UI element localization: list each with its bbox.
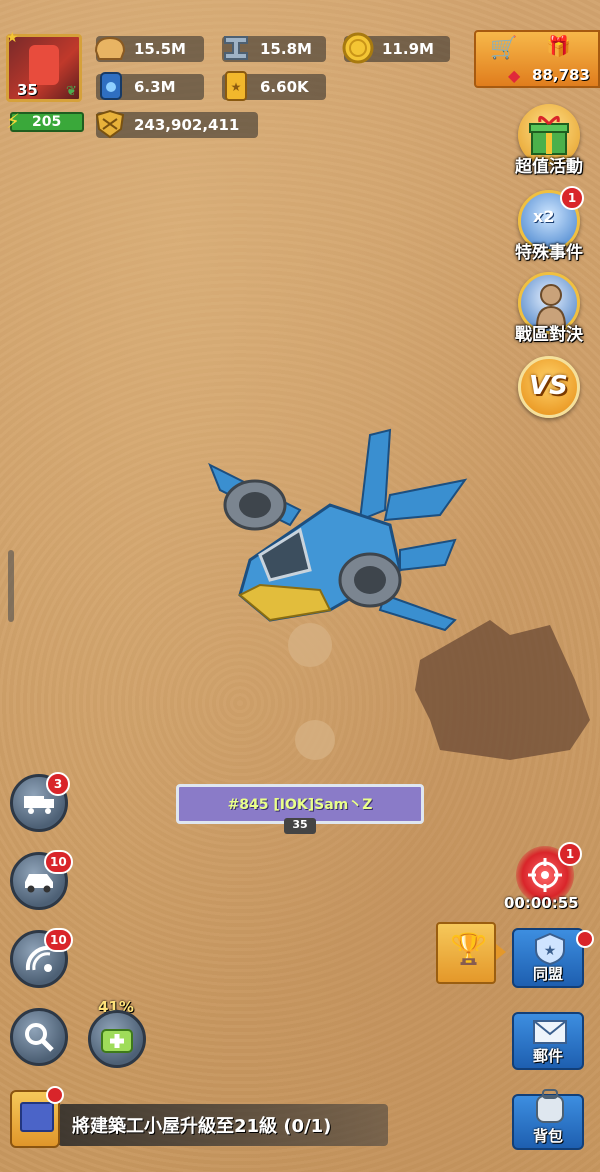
truck-badge: 3 (46, 772, 70, 796)
base-name: #845 [IOK]Sam丶Z (227, 797, 373, 813)
quest-notification-dot (46, 1086, 64, 1104)
quest-bar[interactable]: 將建築工小屋升級至21級 (0/1) (58, 1104, 388, 1146)
power-display[interactable]: 243,902,411 (95, 109, 258, 139)
gift-pile-icon: 🎁 (546, 34, 571, 58)
star-icon: ★ (6, 30, 19, 46)
shop-button[interactable]: 🛒 🎁 ◆ 88,783 (474, 30, 600, 88)
gems-value: 88,783 (532, 66, 590, 84)
svg-text:★: ★ (544, 943, 557, 959)
backpack-label: 背包 (532, 1127, 563, 1145)
vs-icon: VS (529, 371, 568, 401)
leaf-icon: ❦ (66, 84, 77, 99)
search-button[interactable] (10, 1008, 68, 1066)
aircraft-illustration[interactable] (190, 420, 590, 780)
backpack-icon (536, 1089, 564, 1123)
energy-bar[interactable]: ⚡ 205 (6, 109, 84, 133)
zone-showdown-label: 戰區對決 (515, 325, 583, 345)
bread-icon (92, 30, 128, 66)
gold-value: 11.9M (382, 40, 434, 58)
steel-value: 15.8M (260, 40, 312, 58)
lightning-icon: ⚡ (6, 109, 21, 133)
oil-value: 6.3M (134, 78, 176, 96)
energy-value: 205 (32, 114, 62, 130)
car-badge: 10 (44, 850, 73, 874)
player-level: 35 (17, 81, 38, 99)
crosshair-skull-icon (528, 858, 562, 892)
steel-beam-icon (218, 30, 254, 66)
alliance-shield-icon: ★ (535, 932, 565, 966)
mail-button[interactable]: 郵件 (512, 1012, 584, 1070)
cards-value: 6.60K (260, 78, 309, 96)
threat-badge: 1 (558, 842, 582, 866)
threat-timer: 00:00:55 (504, 894, 579, 912)
trophy-arrow-icon (496, 944, 506, 960)
medkit-icon (101, 1029, 133, 1053)
special-event-icon: x2 (533, 207, 555, 226)
mail-label: 郵件 (532, 1047, 563, 1065)
special-event-badge: 1 (560, 186, 584, 210)
power-value: 243,902,411 (134, 116, 240, 134)
magnifier-icon (25, 1023, 54, 1052)
cards-resource[interactable]: ★ 6.60K (222, 71, 326, 101)
coin-icon (340, 30, 376, 66)
side-drawer-handle[interactable] (8, 550, 14, 622)
alliance-notification-dot (576, 930, 594, 948)
oil-resource[interactable]: 6.3M (96, 72, 204, 100)
special-event-label: 特殊事件 (515, 243, 583, 263)
alliance-label: 同盟 (532, 965, 563, 983)
power-emblem-icon (92, 106, 128, 142)
gold-resource[interactable]: 11.9M (342, 32, 450, 64)
trophy-icon: 🏆 (450, 932, 488, 967)
steel-resource[interactable]: 15.8M (222, 36, 326, 62)
svg-text:★: ★ (231, 80, 242, 94)
food-value: 15.5M (134, 40, 186, 58)
deals-event-label: 超值活動 (515, 157, 583, 177)
radar-badge: 10 (44, 928, 73, 952)
cart-icon: 🛒 (490, 36, 518, 61)
hospital-button[interactable] (88, 1010, 146, 1068)
trophy-button[interactable]: 🏆 (436, 922, 496, 984)
envelope-icon (533, 1020, 567, 1044)
backpack-button[interactable]: 背包 (512, 1089, 584, 1150)
quest-text: 將建築工小屋升級至21級 (0/1) (72, 1116, 332, 1137)
alliance-button[interactable]: ★ 同盟 (512, 928, 584, 988)
vs-button[interactable]: VS (518, 356, 580, 418)
card-icon: ★ (218, 68, 254, 104)
gem-icon: ◆ (508, 66, 521, 85)
base-level: 35 (284, 818, 316, 834)
food-resource[interactable]: 15.5M (94, 36, 204, 62)
oil-barrel-icon (92, 68, 128, 104)
